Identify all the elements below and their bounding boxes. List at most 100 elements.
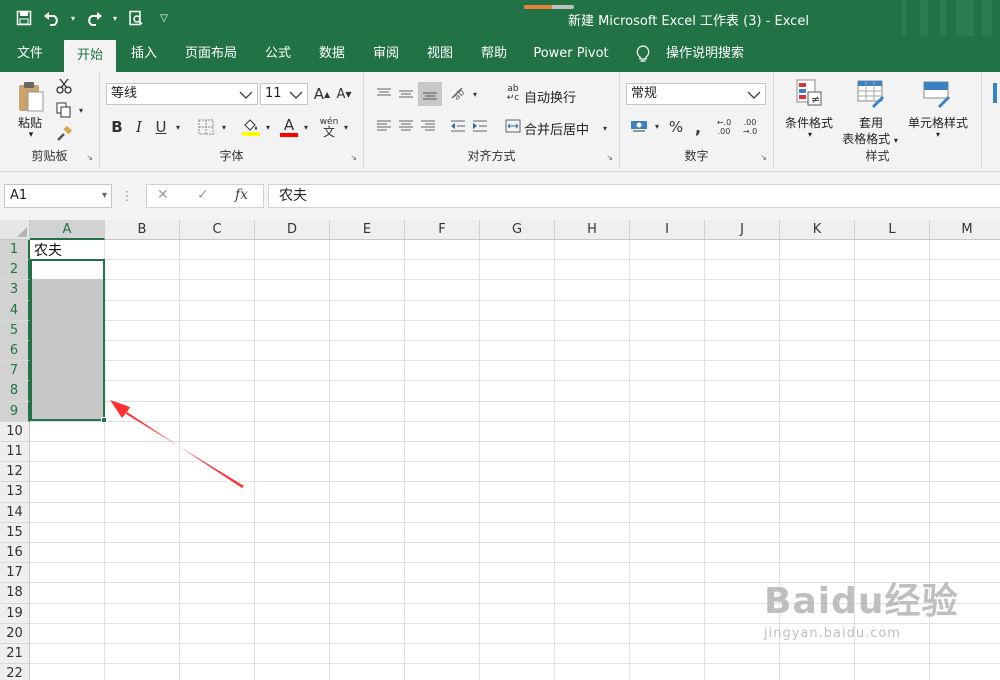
increase-indent-icon[interactable] (470, 116, 490, 136)
font-launcher-icon[interactable]: ↘ (350, 153, 357, 162)
ribbon-overflow-icon[interactable] (990, 78, 1000, 108)
chevron-down-icon[interactable]: ▾ (102, 185, 107, 207)
row-header-20[interactable]: 20 (0, 623, 30, 644)
tab-formulas[interactable]: 公式 (254, 36, 302, 72)
bold-button[interactable]: B (108, 116, 126, 138)
column-header-i[interactable]: I (630, 220, 705, 240)
formula-input[interactable]: 农夫 (268, 184, 1000, 208)
tab-help[interactable]: 帮助 (470, 36, 518, 72)
tab-review[interactable]: 审阅 (362, 36, 410, 72)
row-header-22[interactable]: 22 (0, 664, 30, 680)
wrap-text-icon[interactable]: ab ↵c (504, 84, 522, 104)
top-align-icon[interactable] (374, 84, 394, 104)
column-header-m[interactable]: M (930, 220, 1000, 240)
increase-decimal-button[interactable]: ←.0.00 (712, 114, 736, 140)
chevron-down-icon[interactable] (238, 84, 254, 111)
column-header-c[interactable]: C (180, 220, 255, 240)
row-header-11[interactable]: 11 (0, 442, 30, 463)
undo-dropdown-icon[interactable]: ▾ (68, 6, 78, 30)
shrink-font-button[interactable]: A ▼ (334, 83, 354, 105)
row-header-9[interactable]: 9 (0, 401, 30, 422)
row-header-1[interactable]: 1 (0, 240, 30, 261)
italic-button[interactable]: I (130, 116, 148, 138)
format-painter-icon[interactable] (54, 124, 74, 144)
tab-data[interactable]: 数据 (308, 36, 356, 72)
column-header-a[interactable]: A (30, 220, 105, 240)
merge-center-button[interactable]: 合并后居中 (524, 119, 589, 138)
orientation-icon[interactable]: ab (448, 84, 470, 104)
decrease-indent-icon[interactable] (448, 116, 468, 136)
copy-icon[interactable] (54, 100, 74, 120)
number-format-combo[interactable]: 常规 (626, 83, 766, 105)
row-header-17[interactable]: 17 (0, 563, 30, 584)
borders-icon[interactable] (196, 116, 216, 138)
copy-dropdown-icon[interactable]: ▾ (76, 104, 86, 116)
bottom-align-icon[interactable] (418, 82, 442, 106)
row-header-5[interactable]: 5 (0, 320, 30, 341)
row-header-18[interactable]: 18 (0, 583, 30, 604)
wrap-text-button[interactable]: 自动换行 (524, 87, 576, 106)
accounting-format-icon[interactable] (628, 116, 650, 136)
format-as-table-line1[interactable]: 套用 (844, 114, 898, 131)
column-header-g[interactable]: G (480, 220, 555, 240)
accounting-dropdown-icon[interactable]: ▾ (652, 120, 662, 132)
chevron-down-icon[interactable] (746, 84, 762, 111)
font-color-button[interactable]: A (278, 114, 300, 140)
column-header-h[interactable]: H (555, 220, 630, 240)
font-size-combo[interactable]: 11 (260, 83, 308, 105)
row-header-7[interactable]: 7 (0, 361, 30, 382)
cell-styles-icon[interactable] (920, 76, 954, 110)
tell-me-search[interactable]: 操作说明搜索 (660, 36, 750, 72)
merge-center-icon[interactable] (504, 116, 522, 136)
row-header-21[interactable]: 21 (0, 644, 30, 665)
row-header-15[interactable]: 15 (0, 522, 30, 543)
tab-power-pivot[interactable]: Power Pivot (526, 36, 616, 72)
row-header-14[interactable]: 14 (0, 502, 30, 523)
format-as-table-dropdown-icon[interactable]: ▾ (894, 136, 898, 145)
font-name-combo[interactable]: 等线 (106, 83, 258, 105)
row-header-19[interactable]: 19 (0, 603, 30, 624)
number-launcher-icon[interactable]: ↘ (760, 153, 767, 162)
align-center-icon[interactable] (396, 116, 416, 136)
tab-view[interactable]: 视图 (416, 36, 464, 72)
conditional-format-dropdown-icon[interactable]: ▾ (804, 130, 816, 139)
paste-button[interactable]: 粘贴 (10, 114, 50, 131)
row-header-10[interactable]: 10 (0, 421, 30, 442)
column-header-j[interactable]: J (705, 220, 780, 240)
row-header-4[interactable]: 4 (0, 300, 30, 321)
font-color-dropdown-icon[interactable]: ▾ (300, 120, 312, 134)
underline-button[interactable]: U (152, 116, 170, 138)
column-header-d[interactable]: D (255, 220, 330, 240)
row-header-3[interactable]: 3 (0, 280, 30, 301)
column-header-e[interactable]: E (330, 220, 405, 240)
redo-icon[interactable] (82, 6, 106, 30)
cell-styles-button[interactable]: 单元格样式 (902, 114, 974, 131)
row-header-6[interactable]: 6 (0, 341, 30, 362)
row-header-8[interactable]: 8 (0, 381, 30, 402)
comma-button[interactable]: , (690, 116, 706, 138)
fill-color-dropdown-icon[interactable]: ▾ (262, 120, 274, 134)
column-header-k[interactable]: K (780, 220, 855, 240)
cell-styles-dropdown-icon[interactable]: ▾ (932, 130, 944, 139)
paste-dropdown-icon[interactable]: ▾ (16, 130, 46, 140)
phonetic-guide-button[interactable]: wén 文 (318, 114, 340, 140)
paste-icon[interactable] (12, 78, 50, 116)
tab-insert[interactable]: 插入 (120, 36, 168, 72)
merge-dropdown-icon[interactable]: ▾ (600, 122, 610, 134)
enter-icon[interactable]: ✓ (197, 187, 209, 203)
customize-qat-icon[interactable]: ▽ (152, 6, 176, 30)
align-left-icon[interactable] (374, 116, 394, 136)
redo-dropdown-icon[interactable]: ▾ (110, 6, 120, 30)
tab-page-layout[interactable]: 页面布局 (176, 36, 246, 72)
format-as-table-button[interactable]: 表格格式 ▾ (838, 130, 902, 147)
tab-home[interactable]: 开始 (64, 40, 116, 72)
clipboard-launcher-icon[interactable]: ↘ (86, 153, 93, 162)
row-header-12[interactable]: 12 (0, 462, 30, 483)
column-header-f[interactable]: F (405, 220, 480, 240)
cancel-icon[interactable]: ✕ (157, 187, 169, 203)
grow-font-button[interactable]: A ▲ (312, 83, 332, 105)
phonetic-dropdown-icon[interactable]: ▾ (340, 120, 352, 134)
alignment-launcher-icon[interactable]: ↘ (606, 153, 613, 162)
underline-dropdown-icon[interactable]: ▾ (172, 120, 184, 134)
row-header-13[interactable]: 13 (0, 482, 30, 503)
